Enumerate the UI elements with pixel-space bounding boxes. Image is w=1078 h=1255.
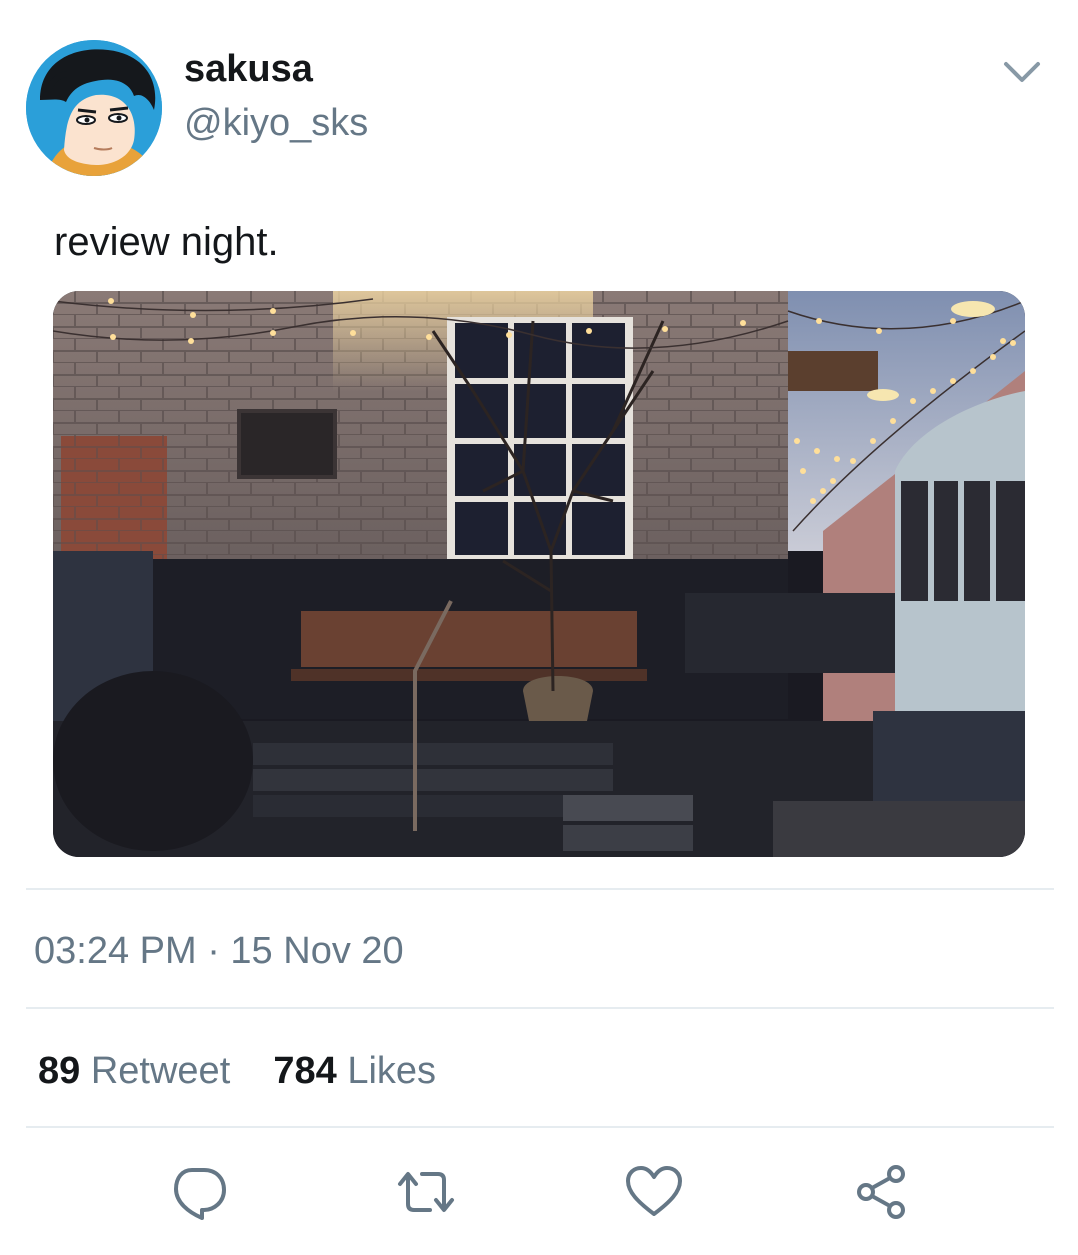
reply-icon xyxy=(174,1168,226,1220)
like-button[interactable] xyxy=(624,1162,684,1222)
photo-night-courtyard xyxy=(53,291,1025,857)
user-handle[interactable]: @kiyo_sks xyxy=(184,100,368,146)
likes-count: 784 xyxy=(273,1050,337,1092)
display-name[interactable]: sakusa xyxy=(184,46,313,92)
tweet-text: review night. xyxy=(54,220,279,264)
share-icon xyxy=(857,1165,905,1219)
retweet-button[interactable] xyxy=(396,1162,456,1222)
divider-bottom xyxy=(26,1126,1054,1128)
tweet-stats: 89 Retweet 784 Likes xyxy=(38,1048,436,1094)
avatar-illustration xyxy=(26,40,162,176)
likes-stat[interactable]: 784 Likes xyxy=(263,1050,436,1092)
retweet-stat[interactable]: 89 Retweet xyxy=(38,1050,241,1092)
tweet-timestamp: 03:24 PM · 15 Nov 20 xyxy=(34,930,404,972)
avatar[interactable] xyxy=(26,40,162,176)
retweet-count: 89 xyxy=(38,1050,81,1092)
tweet-photo[interactable] xyxy=(53,291,1025,857)
divider-middle xyxy=(26,1007,1054,1009)
chevron-down-icon[interactable] xyxy=(1000,54,1044,90)
retweet-icon xyxy=(398,1172,454,1212)
heart-icon xyxy=(626,1166,682,1216)
reply-button[interactable] xyxy=(168,1162,228,1222)
divider-top xyxy=(26,888,1054,890)
tweet-detail: sakusa @kiyo_sks review night. 03:24 PM … xyxy=(0,0,1078,1255)
share-button[interactable] xyxy=(852,1162,912,1222)
likes-label: Likes xyxy=(347,1050,437,1092)
retweet-label: Retweet xyxy=(90,1050,231,1092)
